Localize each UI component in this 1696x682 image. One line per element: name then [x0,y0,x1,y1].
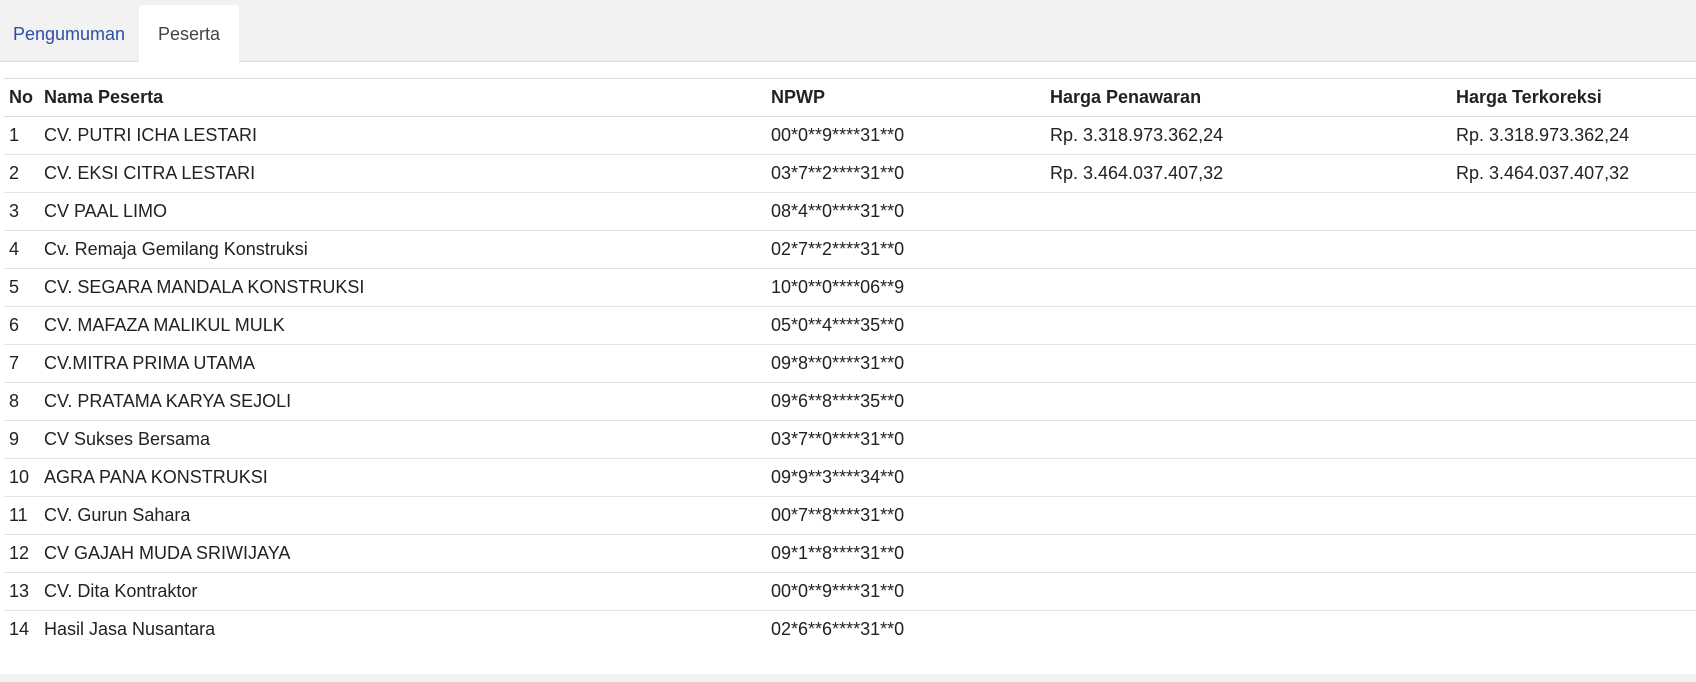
npwp-value: 08*4**0****31**0 [766,192,1045,231]
footer-strip [0,674,1696,682]
corrected-price: Rp. 3.464.037.407,32 [1451,154,1696,193]
tab-pengumuman[interactable]: Pengumuman [0,5,138,63]
npwp-value: 09*8**0****31**0 [766,344,1045,383]
row-number: 6 [4,306,39,345]
corrected-price [1451,344,1696,383]
row-number: 14 [9,619,30,639]
bid-price [1045,611,1451,649]
table-row: 14 Hasil Jasa Nusantara 02*6**6****31**0 [4,611,1696,649]
npwp-value: 03*7**2****31**0 [766,154,1045,193]
corrected-price: Rp. 3.318.973.362,24 [1451,116,1696,155]
row-number: 10 [4,458,39,497]
row-number: 13 [4,572,39,611]
table-row: 12 CV GAJAH MUDA SRIWIJAYA 09*1**8****31**… [4,534,1696,573]
peserta-table: No Nama Peserta NPWP Harga Penawaran Har… [4,78,1696,648]
row-number: 8 [4,382,39,421]
table-row: 3 CV PAAL LIMO 08*4**0****31**0 [4,192,1696,231]
table-row: 2 CV. EKSI CITRA LESTARI 03*7**2****31**0 R… [4,154,1696,193]
peserta-table-container: No Nama Peserta NPWP Harga Penawaran Har… [4,78,1696,648]
npwp-value: 02*6**6****31**0 [771,619,905,639]
table-header: No Nama Peserta NPWP Harga Penawaran Har… [4,78,1696,117]
table-row: 11 CV. Gurun Sahara 00*7**8****31**0 [4,496,1696,535]
bid-price [1045,230,1451,269]
corrected-price [1451,611,1696,649]
bid-price [1045,420,1451,459]
tab-peserta[interactable]: Peserta [139,5,239,63]
row-number: 1 [4,116,39,155]
row-number: 5 [4,268,39,307]
bid-price [1045,572,1451,611]
row-number: 9 [4,420,39,459]
row-number: 11 [4,496,39,535]
row-number: 7 [4,344,39,383]
participant-name: Hasil Jasa Nusantara [44,619,216,639]
participant-name: CV. Gurun Sahara [39,496,766,535]
participant-name: CV. PRATAMA KARYA SEJOLI [39,382,766,421]
npwp-value: 09*6**8****35**0 [766,382,1045,421]
participant-name: AGRA PANA KONSTRUKSI [39,458,766,497]
table-row: 4 Cv. Remaja Gemilang Konstruksi 02*7**2**… [4,230,1696,269]
corrected-price [1451,572,1696,611]
npwp-value: 09*9**3****34**0 [766,458,1045,497]
table-row: 8 CV. PRATAMA KARYA SEJOLI 09*6**8****35**… [4,382,1696,421]
bid-price [1045,268,1451,307]
row-number: 2 [4,154,39,193]
row-number: 4 [4,230,39,269]
corrected-price [1451,496,1696,535]
header-nama-peserta: Nama Peserta [39,78,766,117]
corrected-price [1451,382,1696,421]
participant-name: CV.MITRA PRIMA UTAMA [39,344,766,383]
npwp-value: 10*0**0****06**9 [766,268,1045,307]
row-number: 3 [4,192,39,231]
table-row: 13 CV. Dita Kontraktor 00*0**9****31**0 [4,572,1696,611]
corrected-price [1451,420,1696,459]
npwp-value: 02*7**2****31**0 [766,230,1045,269]
table-row: 5 CV. SEGARA MANDALA KONSTRUKSI 10*0**0***… [4,268,1696,307]
npwp-value: 09*1**8****31**0 [766,534,1045,573]
tab-bar: Pengumuman Peserta [0,0,1696,63]
header-no: No [4,78,39,117]
bid-price [1045,192,1451,231]
bid-price [1045,382,1451,421]
participant-name: CV. SEGARA MANDALA KONSTRUKSI [39,268,766,307]
header-harga-penawaran: Harga Penawaran [1045,78,1451,117]
participant-name: CV. PUTRI ICHA LESTARI [39,116,766,155]
bid-price: Rp. 3.464.037.407,32 [1045,154,1451,193]
participant-name: CV. MAFAZA MALIKUL MULK [39,306,766,345]
participant-name: CV GAJAH MUDA SRIWIJAYA [39,534,766,573]
table-row: 7 CV.MITRA PRIMA UTAMA 09*8**0****31**0 [4,344,1696,383]
header-row: No Nama Peserta NPWP Harga Penawaran Har… [4,78,1696,117]
table-row: 6 CV. MAFAZA MALIKUL MULK 05*0**4****35**0 [4,306,1696,345]
corrected-price [1451,534,1696,573]
corrected-price [1451,268,1696,307]
participant-name: CV PAAL LIMO [39,192,766,231]
table-body: 1 CV. PUTRI ICHA LESTARI 00*0**9****31**0 R… [4,116,1696,649]
bid-price [1045,496,1451,535]
table-row: 9 CV Sukses Bersama 03*7**0****31**0 [4,420,1696,459]
corrected-price [1451,230,1696,269]
participant-name: CV. Dita Kontraktor [39,572,766,611]
participant-name: CV Sukses Bersama [39,420,766,459]
header-npwp: NPWP [766,78,1045,117]
corrected-price [1451,458,1696,497]
corrected-price [1451,192,1696,231]
npwp-value: 03*7**0****31**0 [766,420,1045,459]
bid-price [1045,534,1451,573]
participant-name: Cv. Remaja Gemilang Konstruksi [39,230,766,269]
bid-price: Rp. 3.318.973.362,24 [1045,116,1451,155]
npwp-value: 05*0**4****35**0 [766,306,1045,345]
participant-name: CV. EKSI CITRA LESTARI [39,154,766,193]
npwp-value: 00*7**8****31**0 [766,496,1045,535]
npwp-value: 00*0**9****31**0 [766,116,1045,155]
table-row: 10 AGRA PANA KONSTRUKSI 09*9**3****34**0 [4,458,1696,497]
corrected-price [1451,306,1696,345]
header-harga-terkoreksi: Harga Terkoreksi [1451,78,1696,117]
bid-price [1045,458,1451,497]
row-number: 12 [4,534,39,573]
npwp-value: 00*0**9****31**0 [766,572,1045,611]
bid-price [1045,344,1451,383]
table-row: 1 CV. PUTRI ICHA LESTARI 00*0**9****31**0 R… [4,116,1696,155]
bid-price [1045,306,1451,345]
